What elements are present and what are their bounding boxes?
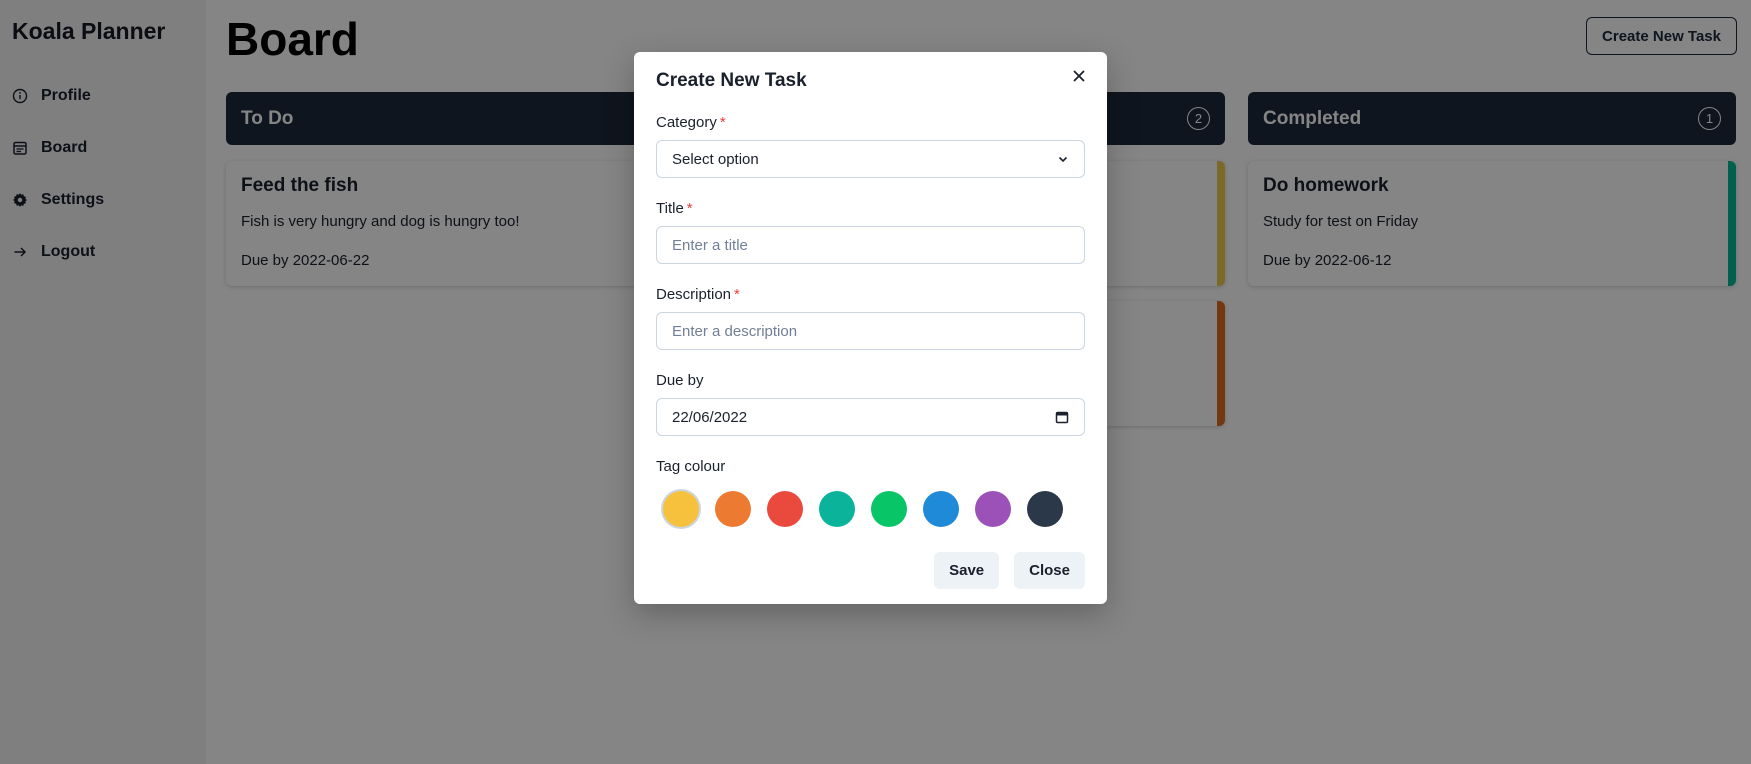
app: Koala Planner Profile Board Settings Log…: [0, 0, 1751, 764]
category-label: Category: [656, 114, 717, 131]
category-select-value: Select option: [672, 150, 759, 168]
close-button[interactable]: Close: [1014, 552, 1085, 589]
due-date-input[interactable]: 22/06/2022: [656, 398, 1085, 436]
due-date-label: Due by: [656, 372, 704, 389]
modal-footer: Save Close: [934, 552, 1085, 589]
category-field: Category * Select option: [656, 114, 1085, 178]
due-date-value: 22/06/2022: [672, 408, 748, 426]
colour-swatch-orange[interactable]: [715, 491, 751, 527]
category-select[interactable]: Select option: [656, 140, 1085, 178]
required-mark: *: [686, 200, 693, 217]
colour-swatch-yellow[interactable]: [663, 491, 699, 527]
description-label: Description: [656, 286, 732, 303]
create-task-modal: Create New Task Category * Select option …: [634, 52, 1107, 604]
save-button[interactable]: Save: [934, 552, 1000, 589]
tag-colour-label: Tag colour: [656, 458, 726, 475]
colour-swatch-red[interactable]: [767, 491, 803, 527]
due-date-field: Due by 22/06/2022: [656, 372, 1085, 436]
description-input[interactable]: [656, 312, 1085, 350]
colour-swatch-navy[interactable]: [1027, 491, 1063, 527]
required-mark: *: [719, 114, 726, 131]
tag-colour-field: Tag colour: [656, 458, 1085, 527]
title-field: Title *: [656, 200, 1085, 264]
chevron-down-icon: [1057, 153, 1069, 165]
tag-colour-picker: [656, 491, 1085, 527]
required-mark: *: [734, 286, 740, 303]
description-field: Description *: [656, 286, 1085, 350]
modal-title: Create New Task: [656, 70, 807, 91]
colour-swatch-purple[interactable]: [975, 491, 1011, 527]
title-label: Title: [656, 200, 684, 217]
colour-swatch-teal[interactable]: [819, 491, 855, 527]
title-input[interactable]: [656, 226, 1085, 264]
colour-swatch-green[interactable]: [871, 491, 907, 527]
calendar-icon[interactable]: [1055, 410, 1069, 424]
colour-swatch-blue[interactable]: [923, 491, 959, 527]
close-icon[interactable]: [1067, 64, 1091, 88]
